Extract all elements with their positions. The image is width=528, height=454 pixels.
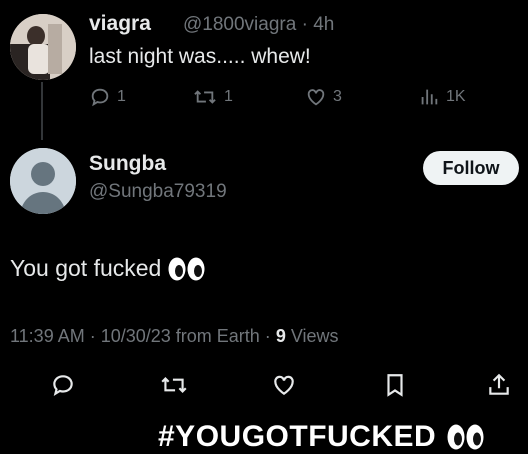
bookmark-icon[interactable] [382,372,408,398]
reply-timestamp[interactable]: 11:39 AM · 10/30/23 from Earth · [10,326,276,346]
parent-display-name[interactable]: viagra [89,12,151,36]
parent-retweet-count: 1 [224,88,233,105]
parent-like-count: 3 [333,88,342,105]
reply-text-content: You got fucked [10,255,162,281]
analytics-icon [421,89,438,105]
reply-meta: 11:39 AM · 10/30/23 from Earth · 9 Views [10,326,339,347]
retweet-icon [194,90,216,104]
caption-text: #YOUGOTFUCKED [158,420,437,453]
reply-avatar[interactable] [10,148,76,214]
parent-retweet-stat[interactable]: 1 [192,86,233,108]
heart-icon[interactable] [271,372,297,398]
heart-icon [307,89,325,106]
retweet-icon[interactable] [159,372,189,398]
parent-reply-stat[interactable]: 1 [89,86,126,108]
parent-views-stat[interactable]: 1K [418,86,466,108]
parent-reply-count: 1 [117,88,126,105]
reply-tweet-text: You got fucked [10,255,207,282]
parent-tweet-text: last night was..... whew! [89,45,311,68]
parent-handle-time[interactable]: @1800viagra · 4h [183,14,334,36]
share-icon[interactable] [486,372,512,398]
eyes-emoji [168,257,205,280]
reply-views-label: Views [285,326,339,346]
reply-icon[interactable] [50,372,76,398]
parent-avatar[interactable] [10,14,76,80]
caption-hashtag: #YOUGOTFUCKED [158,420,486,454]
parent-views-count: 1K [446,88,466,105]
parent-like-stat[interactable]: 3 [305,86,342,108]
reply-views-count: 9 [275,326,286,346]
reply-handle[interactable]: @Sungba79319 [89,181,227,203]
follow-button[interactable]: Follow [423,151,519,185]
eyes-emoji [447,424,484,450]
thread-line [41,82,43,140]
reply-icon [91,88,109,107]
reply-display-name[interactable]: Sungba [89,152,166,176]
